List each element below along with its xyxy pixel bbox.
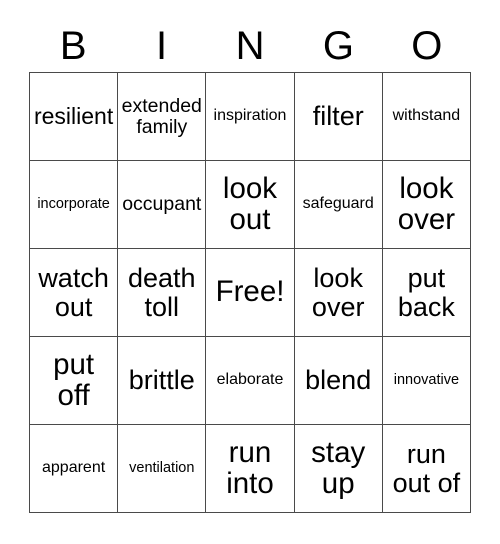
bingo-cell[interactable]: blend	[294, 337, 383, 425]
bingo-cell-label: apparent	[42, 459, 106, 477]
bingo-cell-label: watch out	[38, 263, 109, 322]
bingo-grid: resilient extended family inspiration fi…	[29, 72, 471, 513]
bingo-cell-label: occupant	[122, 193, 202, 216]
bingo-cell[interactable]: look over	[382, 161, 471, 249]
bingo-header-letter-n: N	[235, 24, 265, 68]
bingo-header-letter-i: I	[156, 24, 168, 68]
bingo-cell-label: elaborate	[216, 371, 284, 389]
bingo-cell[interactable]: put off	[30, 337, 119, 425]
bingo-cell-label: death toll	[128, 263, 196, 322]
bingo-cell[interactable]: run out of	[382, 425, 471, 513]
bingo-cell-label: put back	[397, 263, 455, 322]
bingo-cell-label: safeguard	[302, 195, 374, 213]
bingo-cell-label: incorporate	[37, 195, 110, 212]
bingo-cell[interactable]: look out	[206, 161, 295, 249]
bingo-cell-label: put off	[53, 347, 95, 412]
bingo-free-space-label: Free!	[215, 275, 285, 309]
bingo-cell[interactable]: extended family	[118, 73, 207, 161]
bingo-cell-label: withstand	[392, 107, 461, 125]
bingo-cell[interactable]: resilient	[30, 73, 119, 161]
bingo-cell[interactable]: occupant	[118, 161, 207, 249]
bingo-cell-label: run into	[226, 435, 274, 500]
bingo-cell-label: filter	[312, 101, 364, 132]
bingo-cell-label: stay up	[311, 435, 366, 500]
bingo-cell-label: resilient	[33, 102, 114, 129]
bingo-cell-label: ventilation	[129, 459, 195, 476]
bingo-header-letter-o: O	[411, 24, 443, 68]
bingo-cell[interactable]: stay up	[294, 425, 383, 513]
bingo-cell[interactable]: innovative	[382, 337, 471, 425]
bingo-cell-label: extended family	[121, 95, 202, 138]
bingo-cell[interactable]: apparent	[30, 425, 119, 513]
bingo-header-letter-g: G	[322, 24, 354, 68]
bingo-cell-label: brittle	[128, 365, 195, 396]
bingo-cell-label: innovative	[393, 371, 460, 388]
bingo-cell[interactable]: ventilation	[118, 425, 207, 513]
bingo-cell[interactable]: watch out	[30, 249, 119, 337]
bingo-cell[interactable]: incorporate	[30, 161, 119, 249]
bingo-cell-label: run out of	[392, 439, 461, 498]
bingo-header-letter-b: B	[59, 24, 87, 68]
bingo-cell[interactable]: elaborate	[206, 337, 295, 425]
bingo-cell[interactable]: inspiration	[206, 73, 295, 161]
bingo-cell[interactable]: death toll	[118, 249, 207, 337]
bingo-cell-label: blend	[305, 365, 372, 396]
bingo-cell-label: look out	[222, 171, 278, 236]
bingo-cell-label: inspiration	[213, 107, 287, 125]
bingo-card: B I N G O resilient extended family insp…	[0, 0, 500, 544]
bingo-cell-label: look over	[311, 263, 365, 322]
bingo-header-row: B I N G O	[29, 20, 471, 72]
bingo-cell-free-space[interactable]: Free!	[206, 249, 295, 337]
bingo-cell[interactable]: brittle	[118, 337, 207, 425]
bingo-cell[interactable]: withstand	[382, 73, 471, 161]
bingo-cell-label: look over	[397, 171, 456, 236]
bingo-cell[interactable]: put back	[382, 249, 471, 337]
bingo-cell[interactable]: run into	[206, 425, 295, 513]
bingo-cell[interactable]: filter	[294, 73, 383, 161]
bingo-cell[interactable]: look over	[294, 249, 383, 337]
bingo-cell[interactable]: safeguard	[294, 161, 383, 249]
